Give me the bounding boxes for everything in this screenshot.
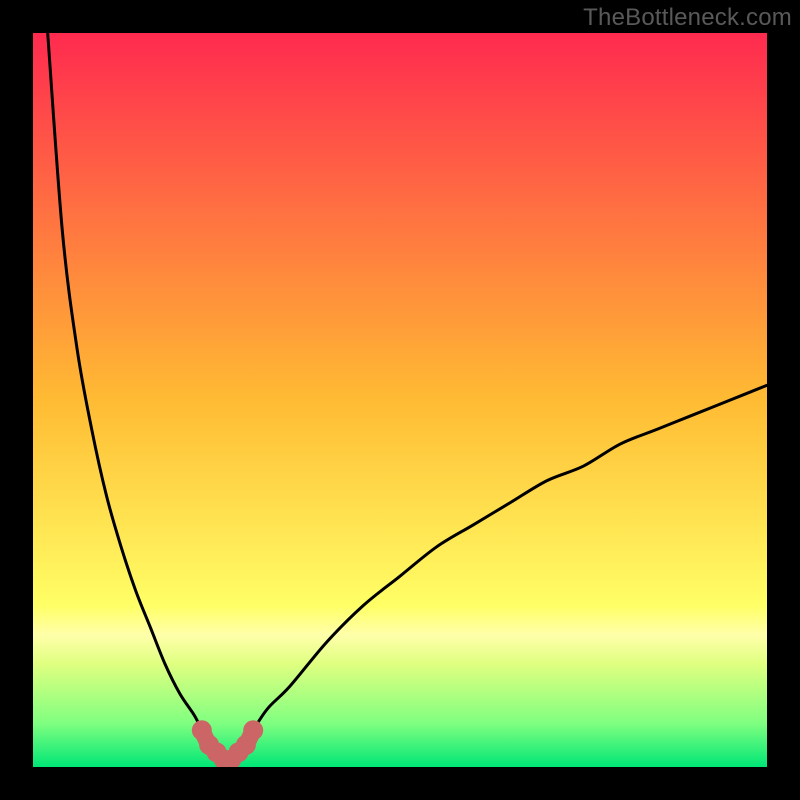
valley-marker-dot	[243, 720, 263, 740]
watermark-label: TheBottleneck.com	[583, 4, 792, 32]
chart-frame: TheBottleneck.com	[0, 0, 800, 800]
chart-background	[33, 33, 767, 767]
chart-plot	[33, 33, 767, 767]
